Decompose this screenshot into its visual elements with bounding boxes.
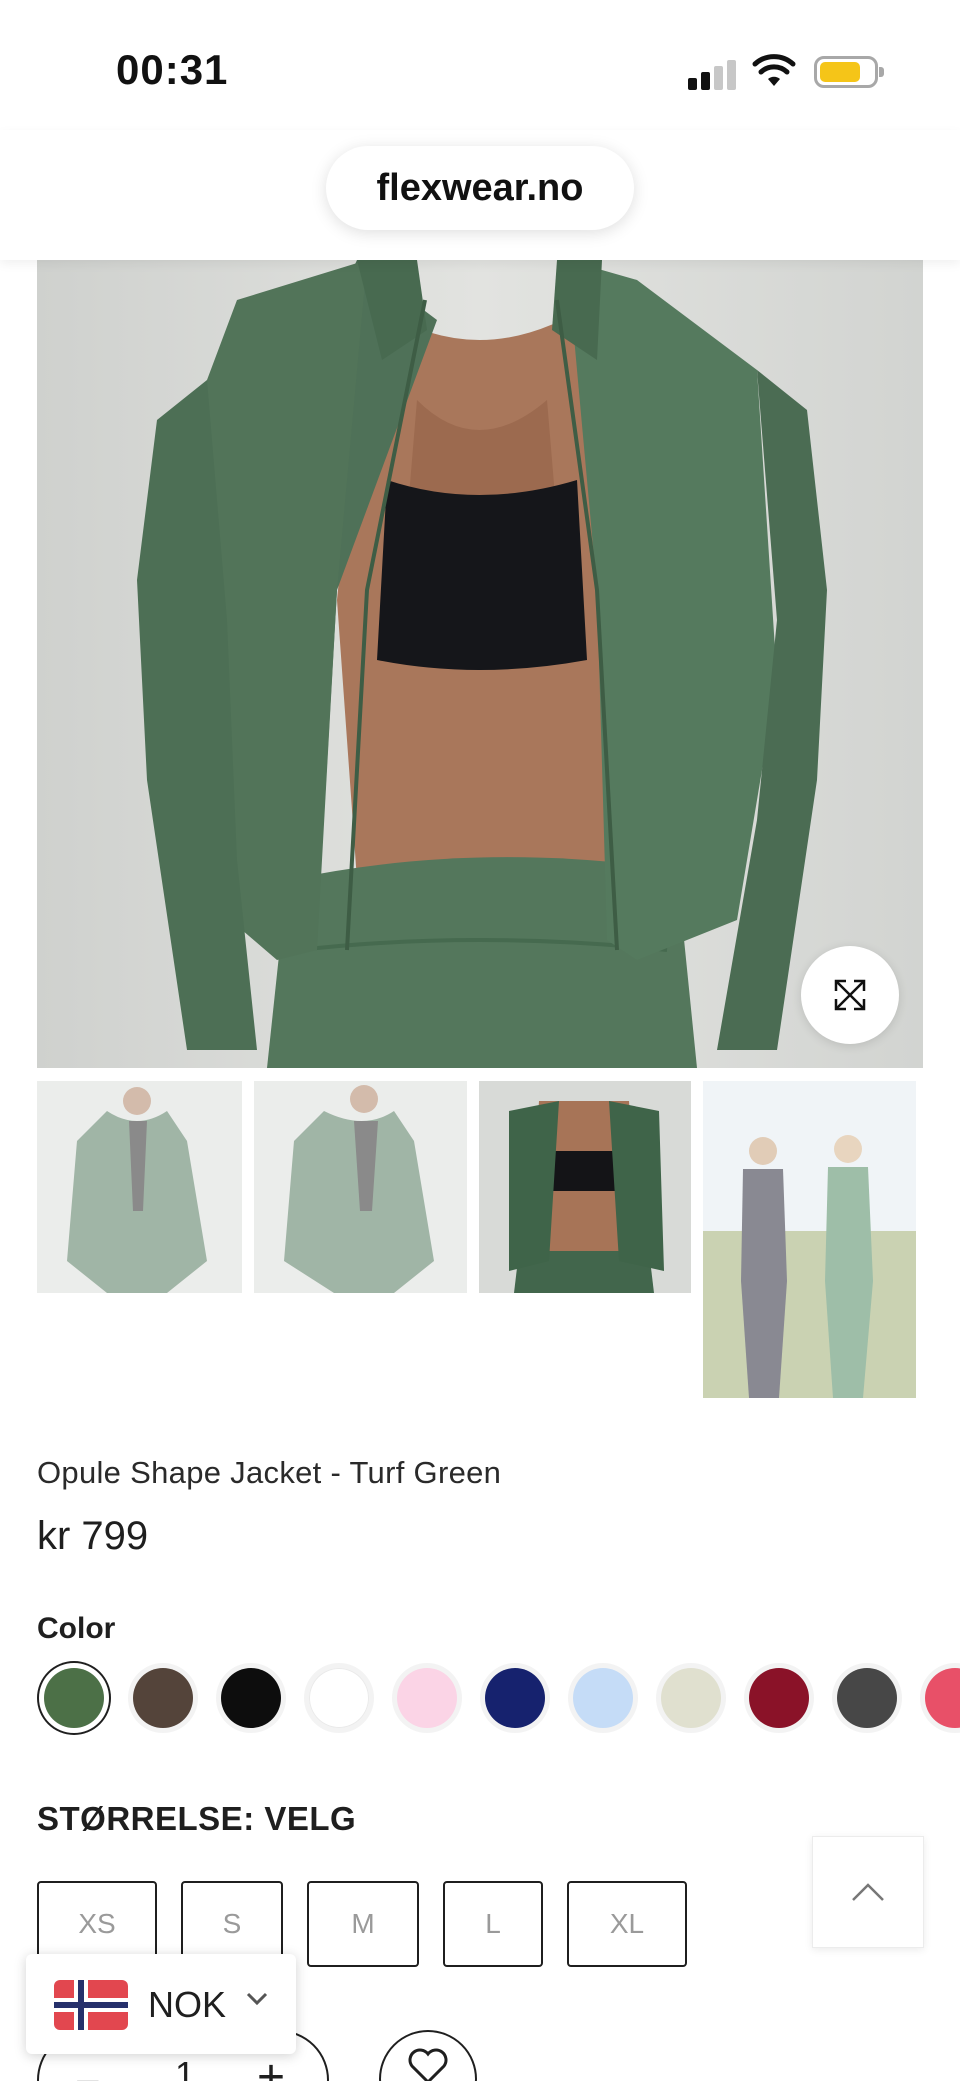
product-thumbnail-2[interactable]	[254, 1081, 467, 1293]
wifi-icon	[752, 54, 796, 86]
quantity-value[interactable]: 1	[175, 2054, 195, 2081]
norway-flag-icon	[54, 1980, 128, 2030]
status-time: 00:31	[116, 46, 229, 93]
product-price: kr 799	[37, 1514, 149, 1558]
color-swatch[interactable]	[573, 1668, 633, 1728]
currency-selector[interactable]: NOK	[26, 1954, 296, 2054]
currency-code: NOK	[148, 1984, 227, 2025]
product-main-image[interactable]	[37, 260, 923, 1068]
color-swatch[interactable]	[749, 1668, 809, 1728]
battery-icon	[814, 56, 884, 88]
size-label: STØRRELSE: VELG	[37, 1800, 357, 1837]
size-option-l[interactable]: L	[443, 1881, 543, 1967]
browser-url-bar: flexwear.no	[0, 130, 960, 260]
size-option-m[interactable]: M	[307, 1881, 419, 1967]
url-field[interactable]: flexwear.no	[326, 146, 634, 230]
heart-icon	[408, 2048, 448, 2081]
color-swatch[interactable]	[309, 1668, 369, 1728]
wishlist-button[interactable]	[379, 2030, 477, 2081]
color-label: Color	[37, 1612, 116, 1645]
color-swatch[interactable]	[397, 1668, 457, 1728]
expand-arrows-icon	[834, 979, 866, 1011]
quantity-increase-button[interactable]: +	[257, 2050, 285, 2081]
color-swatch[interactable]	[485, 1668, 545, 1728]
product-title: Opule Shape Jacket - Turf Green	[37, 1455, 502, 1490]
chevron-down-icon	[246, 1992, 268, 2006]
color-swatch[interactable]	[133, 1668, 193, 1728]
color-swatch[interactable]	[44, 1668, 104, 1728]
product-thumbnail-3[interactable]	[479, 1081, 691, 1293]
status-bar: 00:31	[0, 0, 960, 130]
product-thumbnail-4[interactable]	[703, 1081, 916, 1398]
cellular-signal-icon	[688, 60, 738, 90]
product-thumbnail-1[interactable]	[37, 1081, 242, 1293]
quantity-decrease-button[interactable]: −	[75, 2058, 101, 2081]
color-swatch[interactable]	[221, 1668, 281, 1728]
color-swatch[interactable]	[837, 1668, 897, 1728]
chevron-up-icon	[852, 1883, 884, 1901]
color-swatch[interactable]	[925, 1668, 960, 1728]
back-to-top-button[interactable]	[812, 1836, 924, 1948]
color-swatch[interactable]	[661, 1668, 721, 1728]
size-option-xl[interactable]: XL	[567, 1881, 687, 1967]
zoom-button[interactable]	[801, 946, 899, 1044]
